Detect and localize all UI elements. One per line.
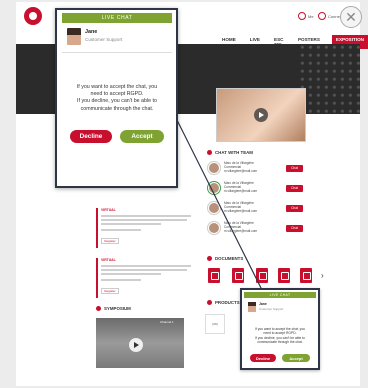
team-member-email: m.villargiere@mail.com xyxy=(224,228,258,233)
section-title-text: SYMPOSIUM xyxy=(104,306,131,311)
agent-name: Jane xyxy=(85,29,98,35)
consent-line: need to accept RGPD. xyxy=(90,91,144,98)
team-chat-button[interactable]: Chat xyxy=(286,224,303,232)
symposium-channel-label: Channel 1 xyxy=(160,320,174,324)
register-button[interactable]: Register xyxy=(101,238,119,244)
team-member-row: Marc de la Villargière Commercial m.vill… xyxy=(208,180,303,196)
products-title: PRODUCTS xyxy=(207,300,240,305)
agenda-text-line xyxy=(101,223,161,225)
avatar xyxy=(208,162,220,174)
decline-button[interactable]: Decline xyxy=(250,354,276,362)
agent-name: Jane xyxy=(259,302,267,306)
accept-button[interactable]: Accept xyxy=(120,130,164,143)
agenda-tag: VIRTUAL xyxy=(101,258,116,262)
close-icon[interactable]: ✕ xyxy=(340,6,362,28)
login-icon xyxy=(318,12,326,20)
agenda-accent-bar xyxy=(96,258,98,298)
team-member-row: Marc de la Villargière Commercial m.vill… xyxy=(208,160,303,176)
section-dot-icon xyxy=(207,300,212,305)
agenda-text-line xyxy=(101,219,187,221)
chevron-right-icon[interactable]: › xyxy=(321,271,324,280)
consent-message: If you want to accept the chat, you need… xyxy=(63,84,171,113)
agent-role: Customer Support xyxy=(259,307,284,311)
modal-header: LIVE CHAT xyxy=(62,13,172,23)
team-member-email: m.villargiere@mail.com xyxy=(224,168,258,173)
section-dot-icon xyxy=(207,256,212,261)
close-glyph: ✕ xyxy=(345,8,357,25)
consent-line: communicate through the chat. xyxy=(257,340,303,345)
consent-line: If you decline, you can't be able to xyxy=(77,98,157,105)
document-icon[interactable] xyxy=(208,268,220,283)
brand-logo[interactable] xyxy=(24,7,42,25)
section-title-text: DOCUMENTS xyxy=(215,256,244,261)
section-dot-icon xyxy=(96,306,101,311)
agenda-item: VIRTUAL Register xyxy=(96,208,196,252)
agenda-text-line xyxy=(101,269,187,271)
team-member-info: Marc de la Villargière Commercial m.vill… xyxy=(224,221,286,233)
decline-button[interactable]: Decline xyxy=(70,130,112,143)
chat-with-team-title: CHAT WITH TEAM xyxy=(207,150,253,155)
document-icon[interactable] xyxy=(256,268,268,283)
avatar xyxy=(208,202,220,214)
chat-consent-modal: LIVE CHAT Jane Customer Support If you w… xyxy=(55,8,178,188)
consent-message: If you want to accept the chat, you need… xyxy=(245,327,315,345)
register-button[interactable]: Register xyxy=(101,288,119,294)
chat-consent-modal-small: LIVE CHAT Jane Customer Support If you w… xyxy=(240,288,320,370)
team-member-email: m.villargiere@mail.com xyxy=(224,208,258,213)
product-thumbnail[interactable]: [09] xyxy=(205,314,225,334)
team-member-info: Marc de la Villargière Commercial m.vill… xyxy=(224,201,286,213)
agenda-tag: VIRTUAL xyxy=(101,208,116,212)
team-member-row: Marc de la Villargière Commercial m.vill… xyxy=(208,220,303,236)
agenda-accent-bar xyxy=(96,208,98,248)
team-chat-button[interactable]: Chat xyxy=(286,184,303,192)
section-title-text: PRODUCTS xyxy=(215,300,240,305)
consent-line: If you want to accept the chat, you xyxy=(76,84,158,90)
agenda-text-line xyxy=(101,215,191,217)
hero-network-graphic xyxy=(300,44,360,114)
agent-avatar xyxy=(248,302,256,312)
document-icon[interactable] xyxy=(278,268,290,283)
team-member-row: Marc de la Villargière Commercial m.vill… xyxy=(208,200,303,216)
consent-line: communicate through the chat. xyxy=(80,105,154,112)
avatar xyxy=(208,182,220,194)
document-icon[interactable] xyxy=(232,268,244,283)
symposium-title: SYMPOSIUM xyxy=(96,306,131,311)
documents-title: DOCUMENTS xyxy=(207,256,243,261)
team-member-info: Marc de la Villargière Commercial m.vill… xyxy=(224,181,286,193)
agenda-text-line xyxy=(101,265,191,267)
agenda-text-line xyxy=(101,273,161,275)
agenda-text-line xyxy=(101,229,141,231)
agenda-text-line xyxy=(101,279,141,281)
avatar xyxy=(208,222,220,234)
header-link-label: Me xyxy=(308,13,314,19)
play-icon[interactable] xyxy=(129,338,143,352)
agent-avatar xyxy=(67,28,81,45)
modal-divider xyxy=(62,52,172,53)
team-chat-button[interactable]: Chat xyxy=(286,204,303,212)
team-member-email: m.villargiere@mail.com xyxy=(224,188,258,193)
team-member-info: Marc de la Villargière Commercial m.vill… xyxy=(224,161,286,173)
accept-button[interactable]: Accept xyxy=(282,354,310,362)
team-chat-button[interactable]: Chat xyxy=(286,164,303,172)
section-dot-icon xyxy=(207,150,212,155)
modal-header: LIVE CHAT xyxy=(244,292,316,298)
section-title-text: CHAT WITH TEAM xyxy=(215,150,253,155)
header-link-me[interactable]: Me xyxy=(298,12,314,20)
product-label: [09] xyxy=(212,322,218,326)
play-icon[interactable] xyxy=(254,108,268,122)
user-icon xyxy=(298,12,306,20)
agent-role: Customer Support xyxy=(85,37,123,42)
document-icon[interactable] xyxy=(300,268,312,283)
agenda-item: VIRTUAL Register xyxy=(96,258,196,302)
